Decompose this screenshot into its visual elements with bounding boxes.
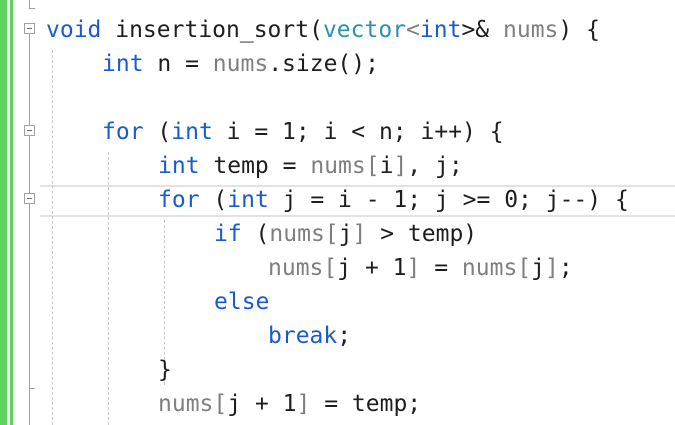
change-indicator-bar-secondary — [10, 0, 13, 425]
code-token: ) { — [558, 17, 600, 43]
collapse-outer-for-icon[interactable] — [24, 125, 35, 136]
parameter-token: ] — [545, 255, 559, 281]
code-line[interactable]: for (int i = 1; i < n; i++) { — [102, 115, 504, 149]
code-line[interactable]: else — [214, 285, 269, 319]
change-indicator-bar — [0, 0, 7, 425]
code-editor[interactable]: void insertion_sort(vector<int>& nums) {… — [0, 0, 675, 425]
collapse-inner-for-icon[interactable] — [24, 193, 35, 204]
code-line[interactable]: if (nums[j] > temp) — [214, 217, 477, 251]
outline-end-tick — [29, 8, 35, 9]
code-token: > temp) — [366, 221, 478, 247]
code-line[interactable]: break; — [268, 319, 351, 353]
code-line[interactable]: nums[j + 1] = nums[j]; — [268, 251, 573, 285]
keyword-token: int — [171, 119, 213, 145]
code-token: ( — [143, 119, 172, 145]
code-token: ( — [241, 221, 270, 247]
code-line[interactable]: int n = nums.size(); — [102, 47, 379, 81]
outline-line — [29, 34, 30, 125]
keyword-token: int — [158, 153, 200, 179]
keyword-token: int — [102, 51, 144, 77]
parameter-token: ] — [296, 391, 311, 417]
code-line[interactable]: int temp = nums[i], j; — [158, 149, 463, 183]
code-token: = — [420, 255, 462, 281]
keyword-token: int — [419, 17, 462, 43]
code-line[interactable]: for (int j = i - 1; j >= 0; j--) { — [158, 183, 629, 217]
code-token: ; — [337, 323, 352, 349]
code-token: , j; — [407, 153, 463, 179]
parameter-token: ] — [352, 221, 367, 247]
code-token: j + 1 — [227, 391, 297, 417]
code-line[interactable]: void insertion_sort(vector<int>& nums) { — [46, 13, 600, 47]
code-token: n = — [143, 51, 213, 77]
parameter-token: nums — [212, 51, 269, 77]
collapse-function-icon[interactable] — [24, 23, 35, 34]
code-line[interactable]: nums[j + 1] = temp; — [158, 387, 421, 421]
indent-guide — [108, 152, 109, 425]
outline-line — [29, 204, 30, 425]
code-token: i — [379, 153, 394, 179]
outline-line — [29, 0, 30, 8]
code-token: .size(); — [268, 51, 379, 77]
code-token: j — [531, 255, 546, 281]
keyword-token: break — [268, 323, 338, 349]
parameter-token: ] — [406, 255, 421, 281]
parameter-token: nums[ — [158, 391, 228, 417]
type-token: vector — [322, 17, 407, 43]
parameter-token: nums[ — [461, 255, 532, 281]
code-token: >& — [461, 17, 490, 43]
parameter-token: ] — [393, 153, 408, 179]
parameter-token: nums — [503, 17, 559, 43]
code-token: } — [158, 357, 172, 383]
parameter-token: nums[ — [268, 255, 338, 281]
outline-end-tick — [29, 388, 35, 389]
parameter-token: nums[ — [310, 153, 380, 179]
parameter-token: < — [406, 17, 420, 43]
code-token: ; — [558, 255, 573, 281]
keyword-token: int — [227, 187, 269, 213]
parameter-token: nums[ — [269, 221, 339, 247]
code-token: j = i - 1; j >= 0; j--) { — [268, 187, 629, 213]
indent-guide — [52, 50, 53, 425]
code-token: temp = — [199, 153, 311, 179]
keyword-token: for — [158, 187, 200, 213]
keyword-token: for — [102, 119, 144, 145]
code-token: ( — [199, 187, 228, 213]
code-token: = temp; — [310, 391, 422, 417]
keyword-token: else — [214, 289, 270, 315]
keyword-token: void — [46, 17, 102, 43]
code-token: insertion_sort( — [101, 17, 323, 43]
code-token: i = 1; i < n; i++) { — [212, 119, 504, 145]
code-token: j — [338, 221, 353, 247]
outline-line — [29, 136, 30, 193]
keyword-token: if — [214, 221, 242, 247]
code-token: j + 1 — [337, 255, 407, 281]
code-line[interactable]: } — [158, 353, 172, 387]
